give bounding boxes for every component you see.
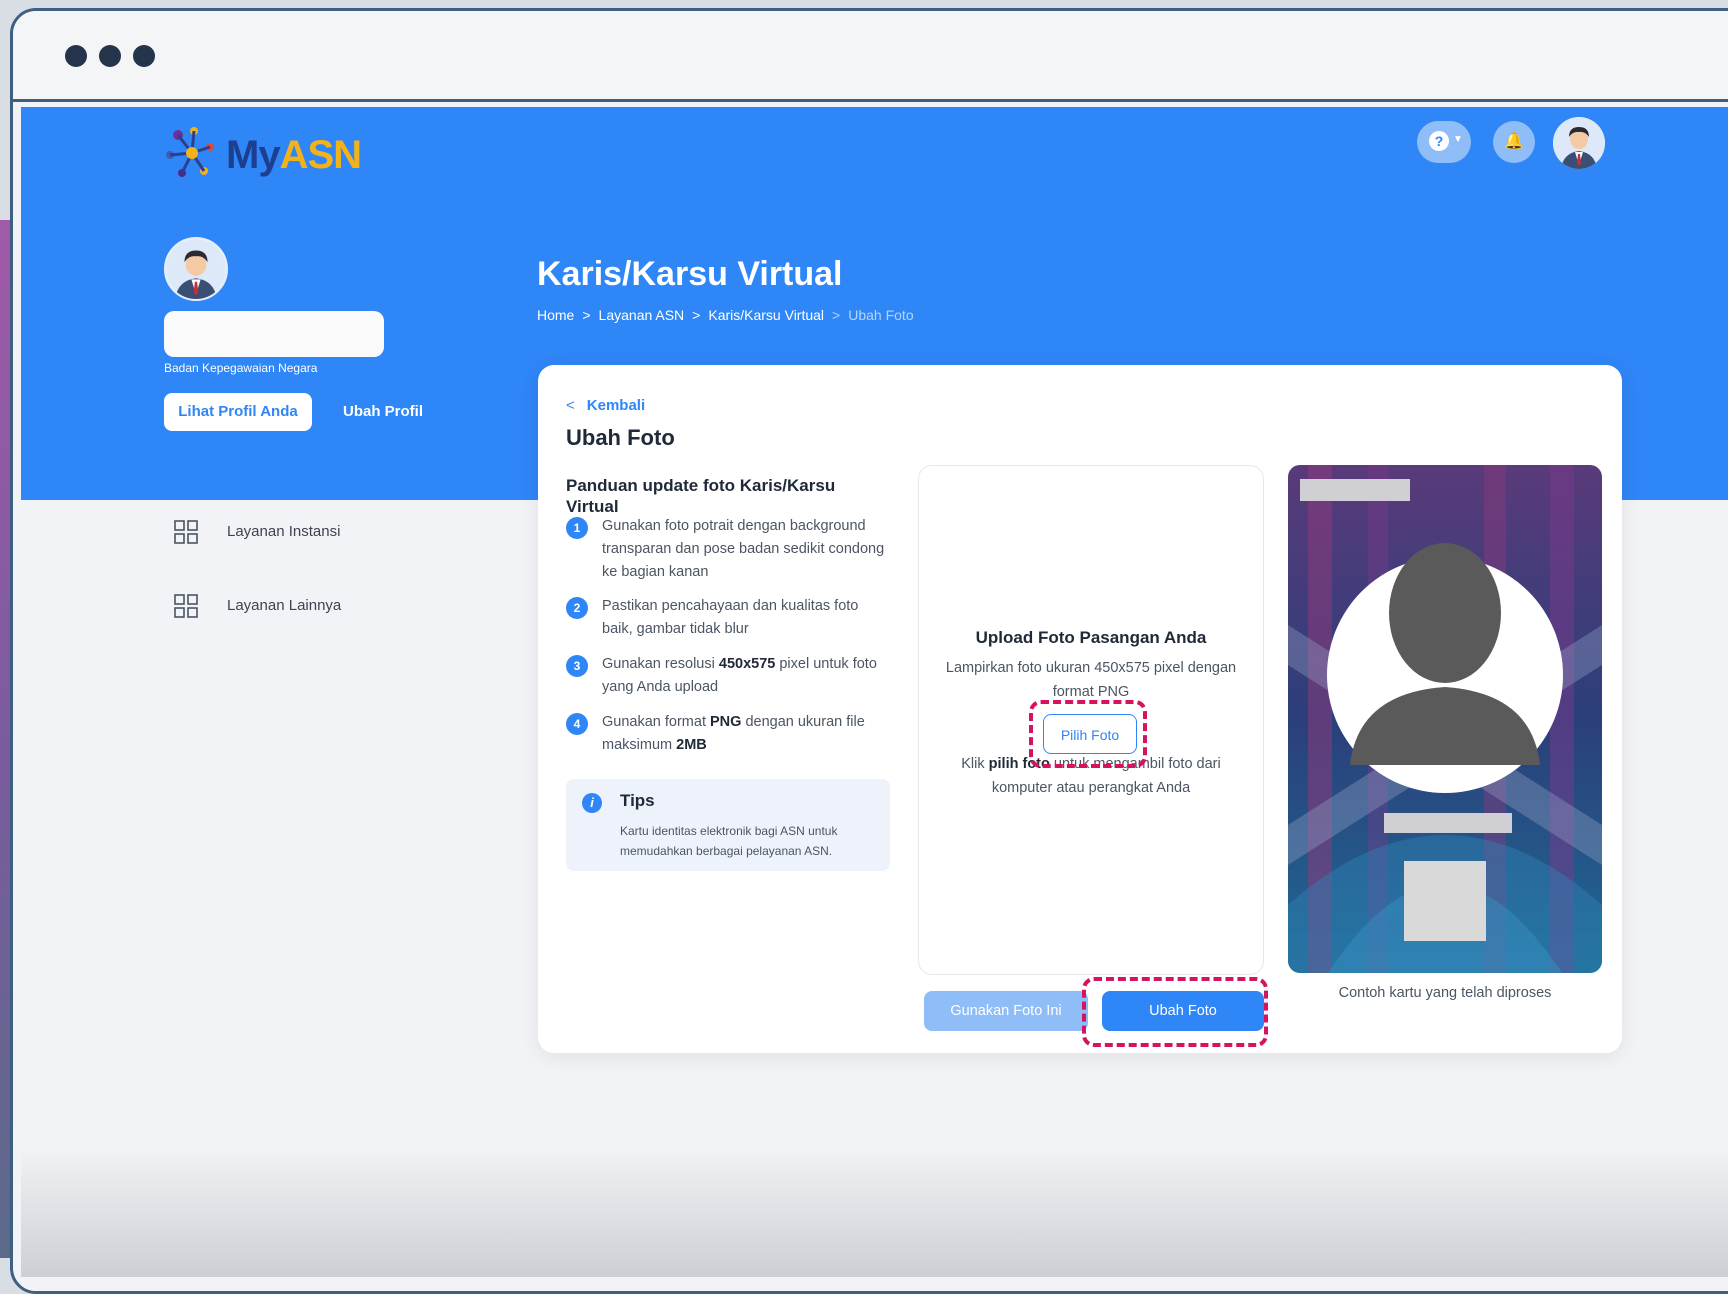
page-title: Karis/Karsu Virtual <box>537 255 843 293</box>
highlight-change-photo <box>1082 977 1268 1047</box>
info-icon: i <box>582 793 602 813</box>
upload-title: Upload Foto Pasangan Anda <box>975 628 1207 647</box>
help-icon: ? <box>1429 131 1449 151</box>
step-text: Gunakan foto potrait dengan background t… <box>602 518 885 580</box>
breadcrumb-separator: > <box>582 307 591 323</box>
avatar-icon <box>1553 117 1605 169</box>
edit-profile-button[interactable]: Ubah Profil <box>343 393 423 431</box>
logo-text: MyASN <box>226 133 362 177</box>
sidebar-item-label: Layanan Instansi <box>227 523 341 540</box>
highlight-pick-photo <box>1029 700 1147 768</box>
step-number-badge: 3 <box>566 655 588 677</box>
profile-avatar <box>164 237 228 301</box>
step-number-badge: 1 <box>566 517 588 539</box>
notification-button[interactable]: 🔔 <box>1493 121 1535 163</box>
window-dot <box>133 45 155 67</box>
help-menu-button[interactable]: ? ▼ <box>1417 121 1471 163</box>
sample-card-caption: Contoh kartu yang telah diproses <box>1338 985 1552 1001</box>
window-dot <box>65 45 87 67</box>
avatar-icon <box>166 239 226 299</box>
breadcrumb-separator: > <box>692 307 701 323</box>
use-photo-button[interactable]: Gunakan Foto Ini <box>924 991 1088 1031</box>
tips-title: Tips <box>620 791 655 810</box>
upload-description: Lampirkan foto ukuran 450x575 pixel deng… <box>945 660 1237 700</box>
sample-card-preview <box>1288 465 1602 973</box>
upload-dropzone[interactable]: Upload Foto Pasangan Anda Lampirkan foto… <box>918 465 1264 975</box>
view-profile-button[interactable]: Lihat Profil Anda <box>164 393 312 431</box>
card-title: Ubah Foto <box>566 425 675 450</box>
breadcrumb-current: Ubah Foto <box>848 307 914 323</box>
window-dot <box>99 45 121 67</box>
tips-text: Kartu identitas elektronik bagi ASN untu… <box>620 824 838 858</box>
grid-icon <box>174 520 198 544</box>
step-number-badge: 2 <box>566 597 588 619</box>
step-text: Pastikan pencahayaan dan kualitas foto b… <box>602 598 859 637</box>
chevron-left-icon: < <box>566 397 575 414</box>
breadcrumb-karis-karsu[interactable]: Karis/Karsu Virtual <box>708 307 824 323</box>
window-titlebar <box>13 11 1728 102</box>
breadcrumb-home[interactable]: Home <box>537 307 574 323</box>
tips-box: i Tips Kartu identitas elektronik bagi A… <box>566 779 890 871</box>
sidebar-item-label: Layanan Lainnya <box>227 597 342 614</box>
page-viewport: MyASN ? ▼ 🔔 Badan Kepegawaian Negara Lih… <box>21 107 1728 1291</box>
breadcrumb: Home > Layanan ASN > Karis/Karsu Virtual > Uba… <box>537 307 914 323</box>
step-text: Gunakan resolusi 450x575 pixel untuk fot… <box>602 656 877 695</box>
user-avatar[interactable] <box>1553 117 1605 169</box>
browser-window: MyASN ? ▼ 🔔 Badan Kepegawaian Negara Lih… <box>10 8 1728 1294</box>
breadcrumb-layanan-asn[interactable]: Layanan ASN <box>599 307 685 323</box>
redacted-name <box>164 311 384 357</box>
myasn-logo[interactable]: MyASN <box>164 125 364 183</box>
back-link[interactable]: < Kembali <box>566 397 645 414</box>
grid-icon <box>174 594 198 618</box>
profile-institution: Badan Kepegawaian Negara <box>164 361 318 375</box>
step-text: Gunakan format PNG dengan ukuran file ma… <box>602 714 865 753</box>
ubah-foto-card: < Kembali Ubah Foto Panduan update foto K… <box>538 365 1622 1053</box>
bell-icon: 🔔 <box>1504 133 1524 150</box>
chevron-down-icon: ▼ <box>1453 134 1463 145</box>
sample-card-image <box>1288 465 1602 973</box>
step-number-badge: 4 <box>566 713 588 735</box>
logo-mark-icon <box>166 127 214 177</box>
guide-title: Panduan update foto Karis/Karsu Virtual <box>566 476 836 516</box>
breadcrumb-separator: > <box>832 307 841 323</box>
